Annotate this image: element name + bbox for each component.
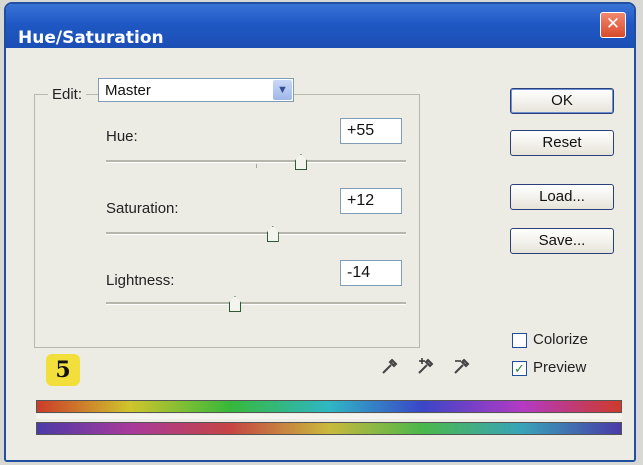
colorize-checkbox[interactable]	[512, 333, 527, 348]
load-button[interactable]: Load...	[510, 184, 614, 210]
colorize-label: Colorize	[533, 331, 589, 348]
hue-saturation-dialog: Hue/Saturation ✕ Edit: Master ▼ Hue: +55…	[4, 2, 636, 462]
edit-dropdown[interactable]: Master ▼	[98, 78, 294, 102]
eyedropper-minus-icon[interactable]	[450, 356, 474, 380]
preview-label: Preview	[533, 359, 587, 376]
saturation-input[interactable]: +12	[340, 188, 402, 214]
lightness-label: Lightness:	[106, 272, 175, 289]
hue-input[interactable]: +55	[340, 118, 402, 144]
lightness-input[interactable]: -14	[340, 260, 402, 286]
close-button[interactable]: ✕	[600, 12, 626, 38]
ok-button[interactable]: OK	[510, 88, 614, 114]
close-icon: ✕	[605, 14, 621, 34]
lightness-slider-track[interactable]	[106, 302, 406, 305]
spectrum-divider	[36, 414, 622, 419]
reset-button[interactable]: Reset	[510, 130, 614, 156]
save-button[interactable]: Save...	[510, 228, 614, 254]
hue-slider-track[interactable]	[106, 160, 406, 163]
edit-dropdown-value: Master	[105, 82, 151, 99]
edit-label: Edit:	[48, 86, 87, 103]
saturation-slider-track[interactable]	[106, 232, 406, 235]
preview-checkbox[interactable]: ✓	[512, 361, 527, 376]
adjusted-color-bar	[36, 422, 622, 435]
eyedropper-icon[interactable]	[378, 356, 402, 380]
eyedropper-plus-icon[interactable]	[414, 356, 438, 380]
chevron-down-icon[interactable]: ▼	[273, 80, 292, 100]
dialog-body: Edit: Master ▼ Hue: +55 Saturation: +12 …	[6, 48, 634, 460]
hue-center-tick	[256, 164, 257, 168]
hue-label: Hue:	[106, 128, 138, 145]
saturation-label: Saturation:	[106, 200, 179, 217]
title-bar[interactable]: Hue/Saturation ✕	[6, 4, 634, 48]
step-number-badge: 5	[46, 354, 80, 386]
original-color-bar	[36, 400, 622, 413]
window-title: Hue/Saturation	[18, 28, 164, 48]
